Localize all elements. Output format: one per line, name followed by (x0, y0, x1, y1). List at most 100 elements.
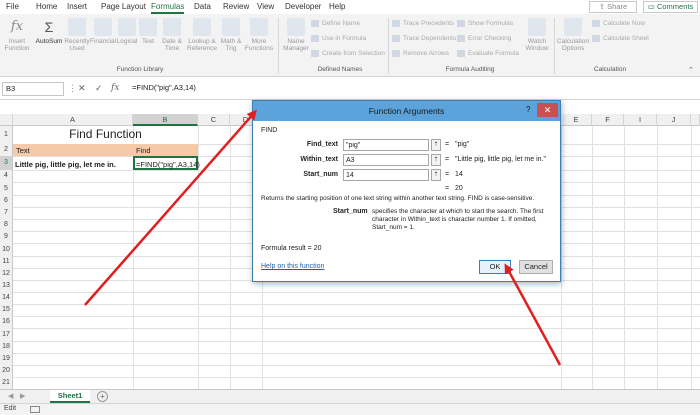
column-header-e[interactable]: E (561, 114, 592, 126)
cell-a3[interactable]: Little pig, little pig, let me in. (15, 160, 116, 169)
watch-window-button[interactable]: Watch Window (523, 18, 551, 52)
tab-page-layout[interactable]: Page Layout (101, 2, 146, 11)
tab-review[interactable]: Review (223, 2, 249, 11)
tab-home[interactable]: Home (36, 2, 57, 11)
watch-window-label: Watch Window (525, 38, 549, 52)
calculation-options-button[interactable]: Calculation Options (556, 18, 590, 52)
tab-help[interactable]: Help (329, 2, 345, 11)
define-name-button[interactable]: Define Name (311, 20, 360, 27)
show-formulas-button[interactable]: Show Formulas (457, 20, 513, 27)
calendar-icon (163, 18, 181, 36)
error-checking-button[interactable]: Error Checking (457, 35, 511, 42)
row-header-15[interactable]: 15 (0, 304, 13, 316)
ribbon: fx Insert Function Σ AutoSum Recently Us… (0, 14, 700, 77)
trace-precedents-button[interactable]: Trace Precedents (392, 20, 454, 27)
name-box[interactable]: B3 (2, 82, 64, 96)
more-options-icon[interactable]: ⋮ (68, 83, 77, 94)
cancel-button[interactable]: Cancel (519, 260, 553, 274)
share-button[interactable]: ⇪ Share (589, 1, 637, 13)
column-header-f[interactable]: F (592, 114, 624, 126)
row-header-16[interactable]: 16 (0, 316, 13, 328)
math-trig-button[interactable]: Math & Trig (218, 18, 244, 52)
row-header-3[interactable]: 3 (0, 156, 13, 170)
row-header-19[interactable]: 19 (0, 353, 13, 365)
range-picker-icon[interactable]: ⇡ (431, 169, 441, 181)
tab-file[interactable]: File (6, 2, 19, 11)
row-header-10[interactable]: 10 (0, 243, 13, 256)
cancel-icon[interactable]: ✕ (78, 83, 86, 94)
select-all-corner[interactable] (0, 114, 13, 126)
column-header-i[interactable]: I (624, 114, 657, 126)
column-header-c[interactable]: C (198, 114, 230, 126)
trace-dependents-button[interactable]: Trace Dependents (392, 35, 456, 42)
enter-icon[interactable]: ✓ (95, 83, 103, 94)
column-header-j[interactable]: J (657, 114, 691, 126)
calculate-sheet-button[interactable]: Calculate Sheet (592, 35, 649, 42)
text-button[interactable]: Text (138, 18, 158, 45)
macro-record-icon[interactable] (30, 406, 40, 413)
tab-data[interactable]: Data (194, 2, 211, 11)
function-name: FIND (261, 127, 278, 134)
column-header-a[interactable]: A (13, 114, 133, 126)
row-header-5[interactable]: 5 (0, 182, 13, 195)
use-in-formula-button[interactable]: Use in Formula (311, 35, 366, 42)
star-icon (68, 18, 86, 36)
row-header-17[interactable]: 17 (0, 328, 13, 341)
lookup-reference-button[interactable]: Lookup & Reference (186, 18, 218, 52)
date-time-button[interactable]: Date & Time (158, 18, 186, 52)
row-header-2[interactable]: 2 (0, 144, 13, 156)
group-function-library: Function Library (116, 66, 164, 73)
row-header-6[interactable]: 6 (0, 195, 13, 207)
create-from-selection-button[interactable]: Create from Selection (311, 50, 385, 57)
tab-formulas[interactable]: Formulas (151, 2, 185, 14)
autosum-button[interactable]: Σ AutoSum (34, 18, 64, 45)
row-header-14[interactable]: 14 (0, 292, 13, 304)
range-picker-icon[interactable]: ⇡ (431, 139, 441, 151)
row-header-20[interactable]: 20 (0, 365, 13, 377)
start-num-field[interactable] (343, 169, 429, 181)
trace-precedents-icon (392, 20, 400, 27)
column-header-b[interactable]: B (133, 114, 198, 126)
formula-input[interactable]: =FIND("pig",A3,14) (132, 83, 196, 92)
row-header-7[interactable]: 7 (0, 207, 13, 219)
dialog-title-bar[interactable]: Function Arguments ? ✕ (253, 101, 560, 121)
name-manager-button[interactable]: Name Manager (282, 18, 310, 52)
help-on-function-link[interactable]: Help on this function (261, 263, 324, 270)
find-text-field[interactable] (343, 139, 429, 151)
tab-developer[interactable]: Developer (285, 2, 321, 11)
row-header-13[interactable]: 13 (0, 280, 13, 292)
within-text-field[interactable] (343, 154, 429, 166)
row-header-12[interactable]: 12 (0, 268, 13, 280)
add-sheet-icon[interactable]: + (97, 391, 108, 402)
remove-arrows-icon (392, 50, 400, 57)
close-button[interactable]: ✕ (537, 103, 558, 117)
tab-view[interactable]: View (257, 2, 274, 11)
help-icon[interactable]: ? (526, 105, 530, 114)
scroll-right-icon[interactable]: ▶ (20, 392, 25, 400)
row-header-21[interactable]: 21 (0, 377, 13, 389)
row-header-18[interactable]: 18 (0, 341, 13, 353)
calculate-now-button[interactable]: Calculate Now (592, 20, 645, 27)
formula-result-value: 20 (313, 245, 322, 252)
financial-button[interactable]: Financial (90, 18, 116, 45)
comments-button[interactable]: ▭ Comments (643, 1, 698, 13)
more-functions-button[interactable]: More Functions (244, 18, 274, 52)
row-header-1[interactable]: 1 (0, 126, 13, 144)
insert-function-button[interactable]: fx Insert Function (2, 18, 32, 52)
evaluate-formula-button[interactable]: Evaluate Formula (457, 50, 519, 57)
collapse-ribbon-icon[interactable]: ⌃ (688, 66, 694, 74)
row-header-8[interactable]: 8 (0, 219, 13, 231)
sheet-tab-sheet1[interactable]: Sheet1 (50, 390, 90, 403)
row-header-4[interactable]: 4 (0, 170, 13, 182)
scroll-left-icon[interactable]: ◀ (8, 392, 13, 400)
tab-insert[interactable]: Insert (67, 2, 87, 11)
remove-arrows-button[interactable]: Remove Arrows (392, 50, 449, 57)
ok-button[interactable]: OK (479, 260, 511, 274)
scrollbar-track[interactable] (691, 114, 700, 126)
recently-used-button[interactable]: Recently Used (64, 18, 90, 52)
fx-icon[interactable]: fx (111, 83, 119, 93)
range-picker-icon[interactable]: ⇡ (431, 154, 441, 166)
logical-button[interactable]: Logical (116, 18, 138, 45)
row-header-9[interactable]: 9 (0, 231, 13, 243)
row-header-11[interactable]: 11 (0, 256, 13, 268)
